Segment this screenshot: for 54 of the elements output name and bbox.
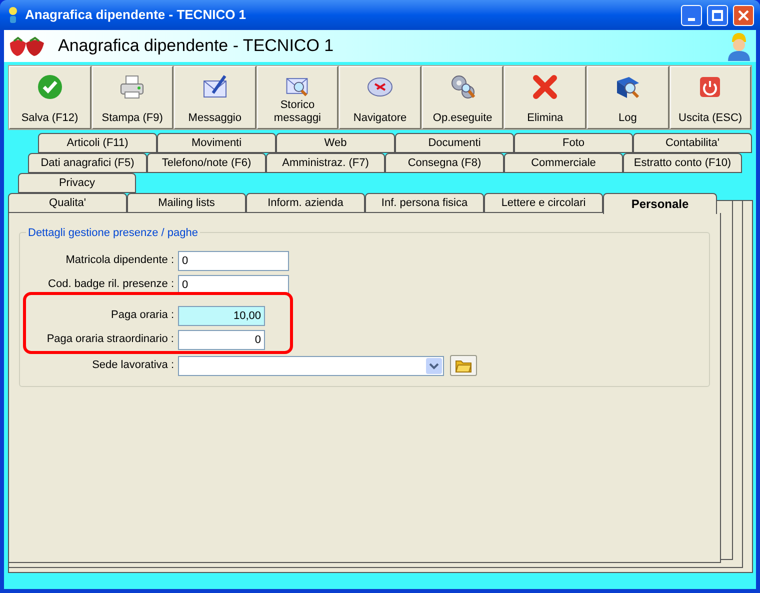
gears-magnifier-icon: [448, 73, 477, 101]
tab[interactable]: Contabilita': [633, 133, 752, 153]
tab[interactable]: Web: [276, 133, 395, 153]
printer-icon: [118, 73, 146, 101]
tab[interactable]: Inform. azienda: [246, 193, 365, 213]
group-title: Dettagli gestione presenze / paghe: [26, 225, 200, 242]
tab[interactable]: Movimenti: [157, 133, 276, 153]
dropdown-field[interactable]: [178, 356, 444, 376]
close-icon: [738, 10, 749, 20]
input-field[interactable]: 0: [178, 274, 289, 294]
field-label: Matricola dipendente :: [66, 253, 174, 268]
field-label: Paga oraria straordinario :: [46, 332, 174, 348]
toolbar-button[interactable]: Uscita (ESC): [670, 66, 752, 129]
folder-icon: [455, 358, 472, 372]
close-button[interactable]: [733, 4, 754, 26]
cross-icon: [531, 73, 560, 101]
tab[interactable]: Lettere e circolari: [484, 193, 603, 213]
tab[interactable]: Privacy: [18, 173, 136, 193]
header-title: Anagrafica dipendente - TECNICO 1: [58, 35, 335, 58]
tab[interactable]: Foto: [514, 133, 633, 153]
toolbar-button[interactable]: Log: [586, 66, 668, 129]
folder-button[interactable]: [450, 355, 477, 376]
worker-icon: [726, 31, 752, 61]
chevron-down-icon: [426, 358, 442, 374]
tab[interactable]: Personale: [603, 193, 717, 214]
window-title: Anagrafica dipendente - TECNICO 1: [25, 6, 248, 24]
toolbar-button[interactable]: Op.eseguite: [422, 66, 504, 129]
input-field[interactable]: 0: [178, 250, 289, 270]
toolbar-button[interactable]: Messaggio: [174, 66, 256, 129]
tab[interactable]: Articoli (F11): [38, 133, 157, 153]
tab[interactable]: Estratto conto (F10): [623, 153, 742, 173]
toolbar-button[interactable]: Salva (F12): [9, 66, 91, 129]
tab[interactable]: Telefono/note (F6): [147, 153, 266, 173]
input-field[interactable]: 10,00: [178, 306, 265, 326]
tab[interactable]: Inf. persona fisica: [365, 193, 484, 213]
maximize-button[interactable]: [707, 4, 728, 26]
tab[interactable]: Dati anagrafici (F5): [28, 153, 147, 173]
field-label: Cod. badge ril. presenze :: [48, 277, 174, 292]
toolbar-button[interactable]: Navigatore: [339, 66, 421, 129]
tab[interactable]: Mailing lists: [127, 193, 246, 213]
field-label: Sede lavorativa :: [92, 358, 174, 374]
toolbar-button[interactable]: Stampa (F9): [92, 66, 174, 129]
tab[interactable]: Commerciale: [504, 153, 623, 173]
person-icon: [6, 6, 20, 24]
check-icon: [36, 73, 64, 101]
input-field[interactable]: 0: [178, 330, 265, 350]
tab[interactable]: Consegna (F8): [385, 153, 504, 173]
toolbar-button[interactable]: Storico messaggi: [256, 66, 338, 129]
field-label: Paga oraria :: [111, 308, 174, 324]
tab[interactable]: Amministraz. (F7): [266, 153, 385, 173]
tab[interactable]: Qualita': [8, 193, 127, 213]
toolbar-button[interactable]: Elimina: [504, 66, 586, 129]
tab[interactable]: Documenti: [395, 133, 514, 153]
minimize-button[interactable]: [681, 4, 702, 26]
